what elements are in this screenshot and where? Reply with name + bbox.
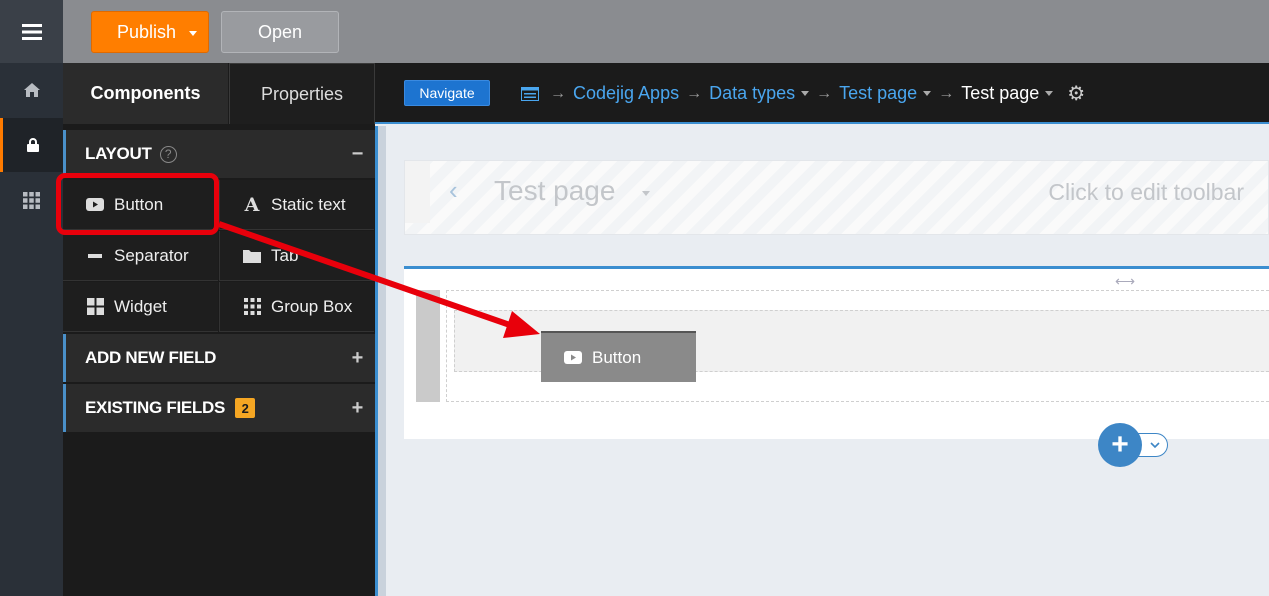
component-label: Separator [114,245,189,265]
panel-splitter[interactable] [375,126,386,596]
resize-horizontal-icon[interactable]: ⟷ [1115,273,1135,290]
chevron-down-icon[interactable] [923,91,932,96]
collapse-icon[interactable]: − [352,143,364,166]
chevron-down-icon [1150,441,1160,448]
component-widget[interactable]: Widget [63,282,218,332]
component-separator[interactable]: Separator [63,231,218,281]
arrow-right-icon: → [938,84,955,102]
component-label: Static text [271,194,346,214]
drag-ghost-button[interactable]: Button [541,331,696,382]
section-add-new-field-label: ADD NEW FIELD [85,348,217,367]
dots-grid-icon [242,297,262,317]
row-gutter[interactable] [416,290,440,402]
arrow-right-icon: → [686,84,703,102]
menu-icon[interactable] [0,0,63,63]
section-existing-fields-label: EXISTING FIELDS [85,398,226,417]
tab-components[interactable]: Components [63,63,228,124]
component-label: Group Box [271,296,353,316]
minus-icon [85,246,105,266]
apps-grid-icon[interactable] [0,173,63,227]
breadcrumb-bar: Navigate → Codejig Apps → Data types → T… [375,63,1269,124]
widget-grid-icon [85,297,105,317]
tab-properties[interactable]: Properties [229,63,375,124]
count-badge: 2 [235,398,256,418]
font-a-icon: A [244,193,260,216]
top-bar: Publish Open [63,0,1269,63]
arrow-right-icon: → [550,84,566,102]
section-layout-label: LAYOUT [85,144,152,163]
section-layout[interactable]: LAYOUT ? − [63,130,375,178]
open-label: Open [257,21,303,42]
publish-label: Publish [117,21,177,42]
highlight-box [56,173,219,235]
drag-ghost-label: Button [592,347,642,367]
chevron-down-icon[interactable] [1045,91,1054,96]
page-title[interactable]: Test page [494,175,615,207]
publish-button[interactable]: Publish [91,11,209,53]
components-panel: Components Properties LAYOUT ? − Button … [63,63,375,596]
page-toolbar[interactable]: ‹ Test page Click to edit toolbar [404,160,1269,235]
plus-icon[interactable]: + [352,347,364,370]
add-row-button[interactable]: + [1098,423,1142,467]
home-icon[interactable] [0,63,63,117]
form-area: ⟷ [404,266,1269,439]
gear-icon[interactable]: ⚙ [1067,81,1085,106]
left-rail [0,0,63,596]
breadcrumb-item[interactable]: Test page [839,83,917,104]
panel-tabs: Components Properties [63,63,375,124]
toolbar-strip [405,161,430,223]
chevron-down-icon[interactable] [801,91,810,96]
breadcrumb-item[interactable]: Data types [709,83,795,104]
chevron-down-icon[interactable] [189,31,197,36]
breadcrumb-item[interactable]: Codejig Apps [573,83,679,104]
back-chevron-icon[interactable]: ‹ [449,175,458,206]
youtube-play-icon [563,348,583,368]
section-add-new-field[interactable]: ADD NEW FIELD + [63,334,375,382]
edit-toolbar-hint[interactable]: Click to edit toolbar [1048,179,1244,206]
component-group-box[interactable]: Group Box [219,282,374,332]
plus-icon[interactable]: + [352,397,364,420]
list-icon[interactable] [521,86,539,101]
component-static-text[interactable]: A Static text [219,180,374,230]
section-existing-fields[interactable]: EXISTING FIELDS 2 + [63,384,375,432]
navigate-button[interactable]: Navigate [404,80,490,106]
component-label: Tab [271,245,299,265]
open-button[interactable]: Open [221,11,339,53]
component-label: Widget [114,296,167,316]
breadcrumb-current[interactable]: Test page [961,83,1039,104]
chevron-down-icon[interactable] [642,191,650,196]
component-tab[interactable]: Tab [219,231,374,281]
help-icon[interactable]: ? [159,145,177,163]
folder-icon [242,246,262,266]
breadcrumb: → Codejig Apps → Data types → Test page … [521,63,1085,124]
lock-icon[interactable] [0,118,63,172]
arrow-right-icon: → [816,84,833,102]
